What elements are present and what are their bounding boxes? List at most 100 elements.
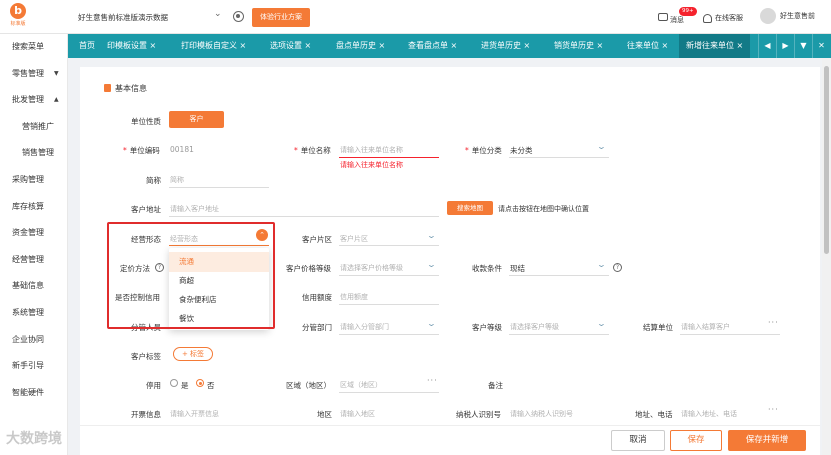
tab-print-template-custom[interactable]: 打印模板自定义 × bbox=[181, 34, 246, 58]
tab-view-stocktake[interactable]: 查看盘点单 × bbox=[408, 34, 457, 58]
section-icon bbox=[104, 84, 111, 92]
sidebar-item-operations[interactable]: 经营管理 bbox=[0, 247, 67, 274]
sidebar-item-search[interactable]: 搜索菜单 bbox=[0, 34, 67, 61]
tab-bar: 首页 印模板设置 × 打印模板自定义 × 选项设置 × 盘点单历史 × 查看盘点… bbox=[68, 34, 831, 58]
sidebar-item-purchase[interactable]: 采购管理 bbox=[0, 167, 67, 194]
sidebar-item-inventory[interactable]: 库存核算 bbox=[0, 194, 67, 221]
sidebar-item-wholesale[interactable]: 批发管理 ▲ bbox=[0, 87, 67, 114]
unit-code-input[interactable]: 00181 bbox=[170, 145, 194, 154]
scrollbar-thumb[interactable] bbox=[824, 66, 829, 254]
dept-input[interactable]: 请输入分管部门 bbox=[340, 322, 389, 332]
sidebar-item-retail[interactable]: 零售管理 ▼ bbox=[0, 61, 67, 88]
price-level-select[interactable]: 请选择客户价格等级 bbox=[340, 263, 403, 273]
customer-area-input[interactable]: 客户片区 bbox=[340, 234, 368, 244]
invoice-label: 开票信息 bbox=[131, 410, 161, 419]
sidebar-item-guide[interactable]: 新手引导 bbox=[0, 353, 67, 380]
online-service-button[interactable]: 在线客服 bbox=[703, 13, 743, 23]
addr-phone-label: 地址、电话 bbox=[635, 410, 673, 419]
tab-new-partner[interactable]: 新增往来单位 × bbox=[679, 34, 751, 58]
region2-input[interactable]: 请输入地区 bbox=[340, 409, 375, 419]
search-map-button[interactable]: 搜索地图 bbox=[447, 201, 493, 215]
sidebar-item-label: 采购管理 bbox=[12, 174, 44, 184]
settle-unit-underline bbox=[680, 334, 780, 335]
chevron-down-icon[interactable]: ⌄ bbox=[596, 260, 606, 269]
save-and-new-button[interactable]: 保存并新增 bbox=[728, 430, 806, 451]
dept-underline bbox=[339, 334, 439, 335]
sidebar-item-hardware[interactable]: 智能硬件 bbox=[0, 380, 67, 407]
customer-level-underline bbox=[509, 334, 609, 335]
address-input[interactable]: 请输入客户地址 bbox=[170, 204, 219, 214]
credit-limit-label: 信用额度 bbox=[302, 293, 332, 302]
save-button[interactable]: 保存 bbox=[670, 430, 722, 451]
tab-stocktake-history[interactable]: 盘点单历史 × bbox=[336, 34, 385, 58]
watermark: 大数跨境 bbox=[6, 431, 62, 447]
app-logo: b 标准版 bbox=[10, 3, 26, 27]
chevron-down-icon[interactable]: ⌄ bbox=[426, 231, 436, 240]
add-tag-button[interactable]: + 标签 bbox=[173, 347, 213, 361]
tab-sales-history[interactable]: 销货单历史 × bbox=[554, 34, 603, 58]
payment-terms-select[interactable]: 现结 bbox=[510, 263, 525, 274]
sidebar-item-label: 资金管理 bbox=[12, 228, 44, 238]
settle-unit-label: 结算单位 bbox=[643, 323, 673, 332]
messages-label: 消息 bbox=[670, 16, 684, 24]
sidebar: 搜索菜单 零售管理 ▼ 批发管理 ▲ 营销推广 销售管理 采购管理 库存核算 资金管… bbox=[0, 34, 68, 455]
tab-menu-button[interactable]: ▼ bbox=[794, 34, 812, 58]
tab-home[interactable]: 首页 bbox=[79, 34, 95, 58]
chevron-down-icon[interactable]: ⌄ bbox=[596, 319, 606, 328]
chevron-down-icon[interactable]: ⌄ bbox=[426, 260, 436, 269]
sidebar-item-funds[interactable]: 资金管理 bbox=[0, 220, 67, 247]
cancel-button[interactable]: 取消 bbox=[611, 430, 665, 451]
company-chevron-down-icon[interactable]: ⌄ bbox=[214, 9, 222, 19]
sidebar-item-label: 经营管理 bbox=[12, 254, 44, 264]
tab-options[interactable]: 选项设置 × bbox=[270, 34, 311, 58]
help-icon[interactable]: ? bbox=[613, 263, 622, 272]
sidebar-item-marketing[interactable]: 营销推广 bbox=[0, 114, 67, 141]
customer-level-label: 客户等级 bbox=[472, 323, 502, 332]
tab-prev-button[interactable]: ◀ bbox=[758, 34, 776, 58]
unit-type-customer-button[interactable]: 客户 bbox=[169, 111, 224, 128]
sidebar-item-basic-info[interactable]: 基础信息 bbox=[0, 273, 67, 300]
more-icon[interactable]: ··· bbox=[768, 318, 779, 327]
gear-icon[interactable] bbox=[233, 11, 244, 22]
headset-icon bbox=[703, 13, 712, 23]
invoice-input[interactable]: 请输入开票信息 bbox=[170, 409, 219, 419]
user-name: 好生意售前 bbox=[780, 12, 815, 20]
highlight-box bbox=[107, 222, 275, 329]
customer-level-select[interactable]: 请选择客户等级 bbox=[510, 322, 559, 332]
chevron-down-icon: ▼ bbox=[54, 69, 59, 77]
online-service-label: 在线客服 bbox=[715, 14, 743, 22]
tab-purchase-history[interactable]: 进货单历史 × bbox=[481, 34, 530, 58]
messages-badge: 99+ bbox=[679, 7, 697, 16]
unit-name-input[interactable]: 请输入往来单位名称 bbox=[340, 145, 403, 155]
sidebar-item-label: 搜索菜单 bbox=[12, 42, 44, 51]
region-input[interactable]: 区域（地区） bbox=[340, 380, 382, 390]
sidebar-item-sales[interactable]: 销售管理 bbox=[0, 140, 67, 167]
tab-next-button[interactable]: ▶ bbox=[776, 34, 794, 58]
disabled-no-radio[interactable] bbox=[196, 379, 204, 387]
unit-code-label: * 单位编码 bbox=[123, 146, 160, 155]
customer-area-underline bbox=[339, 245, 439, 246]
sidebar-item-collaboration[interactable]: 企业协同 bbox=[0, 327, 67, 354]
more-icon[interactable]: ··· bbox=[427, 376, 438, 385]
price-level-underline bbox=[339, 275, 439, 276]
chevron-down-icon[interactable]: ⌄ bbox=[596, 142, 606, 151]
more-icon[interactable]: ··· bbox=[768, 405, 779, 414]
tab-print-template[interactable]: 印模板设置 × bbox=[107, 34, 156, 58]
top-bar: b 标准版 好生意售前标准版演示数据 ⌄ 体验行业方案 消息 99+ 在线客服 … bbox=[0, 0, 831, 34]
trial-industry-button[interactable]: 体验行业方案 bbox=[252, 8, 310, 27]
tab-partners[interactable]: 往来单位 × bbox=[627, 34, 668, 58]
credit-limit-input[interactable]: 信用额度 bbox=[340, 292, 368, 302]
chevron-down-icon[interactable]: ⌄ bbox=[426, 319, 436, 328]
sidebar-item-system[interactable]: 系统管理 bbox=[0, 300, 67, 327]
unit-category-select[interactable]: 未分类 bbox=[510, 145, 533, 156]
addr-phone-input[interactable]: 请输入地址、电话 bbox=[681, 409, 737, 419]
unit-name-error: 请输入往来单位名称 bbox=[340, 161, 403, 169]
tax-id-input[interactable]: 请输入纳税人识别号 bbox=[510, 409, 573, 419]
user-menu[interactable]: 好生意售前 bbox=[760, 8, 815, 24]
sidebar-item-label: 营销推广 bbox=[22, 121, 54, 131]
settle-unit-input[interactable]: 请输入结算客户 bbox=[681, 322, 730, 332]
tab-close-all-button[interactable]: ✕ bbox=[812, 34, 830, 58]
short-name-input[interactable]: 简称 bbox=[170, 175, 184, 185]
unit-category-underline bbox=[509, 157, 609, 158]
disabled-yes-radio[interactable] bbox=[170, 379, 178, 387]
